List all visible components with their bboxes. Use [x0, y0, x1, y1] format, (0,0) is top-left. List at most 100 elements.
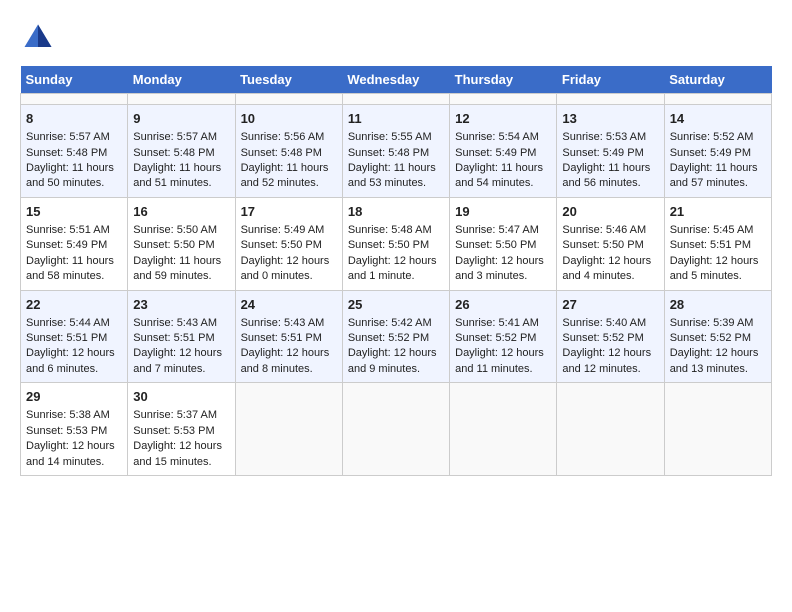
sunrise-text: Sunrise: 5:44 AM — [26, 316, 122, 331]
calendar-cell: 25Sunrise: 5:42 AMSunset: 5:52 PMDayligh… — [342, 290, 449, 383]
daylight-text: Daylight: 11 hours and 52 minutes. — [241, 161, 337, 192]
day-number: 24 — [241, 296, 337, 314]
calendar-table: SundayMondayTuesdayWednesdayThursdayFrid… — [20, 66, 772, 476]
daylight-text: Daylight: 12 hours and 14 minutes. — [26, 439, 122, 470]
sunrise-text: Sunrise: 5:50 AM — [133, 223, 229, 238]
calendar-week-row: 8Sunrise: 5:57 AMSunset: 5:48 PMDaylight… — [21, 105, 772, 198]
sunset-text: Sunset: 5:50 PM — [348, 238, 444, 253]
day-number: 17 — [241, 203, 337, 221]
daylight-text: Daylight: 12 hours and 0 minutes. — [241, 254, 337, 285]
calendar-cell: 8Sunrise: 5:57 AMSunset: 5:48 PMDaylight… — [21, 105, 128, 198]
daylight-text: Daylight: 11 hours and 58 minutes. — [26, 254, 122, 285]
daylight-text: Daylight: 12 hours and 13 minutes. — [670, 346, 766, 377]
day-of-week-header: Tuesday — [235, 66, 342, 94]
calendar-cell: 27Sunrise: 5:40 AMSunset: 5:52 PMDayligh… — [557, 290, 664, 383]
sunrise-text: Sunrise: 5:57 AM — [26, 130, 122, 145]
daylight-text: Daylight: 12 hours and 1 minute. — [348, 254, 444, 285]
day-number: 19 — [455, 203, 551, 221]
daylight-text: Daylight: 12 hours and 5 minutes. — [670, 254, 766, 285]
day-of-week-header: Saturday — [664, 66, 771, 94]
day-of-week-header: Friday — [557, 66, 664, 94]
sunset-text: Sunset: 5:52 PM — [562, 331, 658, 346]
day-of-week-header: Wednesday — [342, 66, 449, 94]
sunset-text: Sunset: 5:48 PM — [348, 146, 444, 161]
day-number: 29 — [26, 388, 122, 406]
calendar-cell: 29Sunrise: 5:38 AMSunset: 5:53 PMDayligh… — [21, 383, 128, 476]
calendar-cell — [342, 383, 449, 476]
sunset-text: Sunset: 5:51 PM — [241, 331, 337, 346]
calendar-cell: 30 Sunrise: 5:37 AMSunset: 5:53 PMDayligh… — [128, 383, 235, 476]
calendar-cell: 28Sunrise: 5:39 AMSunset: 5:52 PMDayligh… — [664, 290, 771, 383]
daylight-text: Daylight: 11 hours and 59 minutes. — [133, 254, 229, 285]
calendar-cell — [664, 383, 771, 476]
sunrise-text: Sunrise: 5:56 AM — [241, 130, 337, 145]
daylight-text: Daylight: 12 hours and 7 minutes. — [133, 346, 229, 377]
calendar-cell — [235, 383, 342, 476]
calendar-week-row: 22Sunrise: 5:44 AMSunset: 5:51 PMDayligh… — [21, 290, 772, 383]
sunrise-text: Sunrise: 5:48 AM — [348, 223, 444, 238]
day-number: 11 — [348, 110, 444, 128]
sunrise-text: Sunrise: 5:38 AM — [26, 408, 122, 423]
sunset-text: Sunset: 5:53 PM — [133, 424, 229, 439]
daylight-text: Daylight: 11 hours and 54 minutes. — [455, 161, 551, 192]
calendar-cell: 18Sunrise: 5:48 AMSunset: 5:50 PMDayligh… — [342, 197, 449, 290]
calendar-week-row: 29Sunrise: 5:38 AMSunset: 5:53 PMDayligh… — [21, 383, 772, 476]
calendar-cell: 15Sunrise: 5:51 AMSunset: 5:49 PMDayligh… — [21, 197, 128, 290]
calendar-cell: 22 Sunrise: 5:44 AMSunset: 5:51 PMDayligh… — [21, 290, 128, 383]
daylight-text: Daylight: 12 hours and 4 minutes. — [562, 254, 658, 285]
calendar-cell: 21Sunrise: 5:45 AMSunset: 5:51 PMDayligh… — [664, 197, 771, 290]
calendar-cell — [342, 94, 449, 105]
sunrise-text: Sunrise: 5:45 AM — [670, 223, 766, 238]
daylight-text: Daylight: 12 hours and 15 minutes. — [133, 439, 229, 470]
calendar-week-row: 15Sunrise: 5:51 AMSunset: 5:49 PMDayligh… — [21, 197, 772, 290]
sunrise-text: Sunrise: 5:49 AM — [241, 223, 337, 238]
sunset-text: Sunset: 5:52 PM — [455, 331, 551, 346]
calendar-cell — [21, 94, 128, 105]
calendar-cell — [557, 94, 664, 105]
daylight-text: Daylight: 12 hours and 12 minutes. — [562, 346, 658, 377]
calendar-header: SundayMondayTuesdayWednesdayThursdayFrid… — [21, 66, 772, 94]
sunset-text: Sunset: 5:50 PM — [241, 238, 337, 253]
day-number: 22 — [26, 296, 122, 314]
sunset-text: Sunset: 5:50 PM — [133, 238, 229, 253]
daylight-text: Daylight: 12 hours and 11 minutes. — [455, 346, 551, 377]
calendar-cell: 12Sunrise: 5:54 AMSunset: 5:49 PMDayligh… — [450, 105, 557, 198]
calendar-cell: 13 Sunrise: 5:53 AMSunset: 5:49 PMDayligh… — [557, 105, 664, 198]
daylight-text: Daylight: 12 hours and 6 minutes. — [26, 346, 122, 377]
day-number: 23 — [133, 296, 229, 314]
sunrise-text: Sunrise: 5:40 AM — [562, 316, 658, 331]
sunset-text: Sunset: 5:48 PM — [133, 146, 229, 161]
daylight-text: Daylight: 11 hours and 51 minutes. — [133, 161, 229, 192]
day-number: 13 — [562, 110, 658, 128]
calendar-cell: 16Sunrise: 5:50 AMSunset: 5:50 PMDayligh… — [128, 197, 235, 290]
sunrise-text: Sunrise: 5:43 AM — [241, 316, 337, 331]
logo-icon — [20, 20, 56, 56]
sunset-text: Sunset: 5:49 PM — [562, 146, 658, 161]
daylight-text: Daylight: 11 hours and 50 minutes. — [26, 161, 122, 192]
calendar-cell: 26Sunrise: 5:41 AMSunset: 5:52 PMDayligh… — [450, 290, 557, 383]
calendar-cell — [450, 94, 557, 105]
calendar-week-row — [21, 94, 772, 105]
calendar-cell — [557, 383, 664, 476]
daylight-text: Daylight: 11 hours and 57 minutes. — [670, 161, 766, 192]
calendar-cell: 19Sunrise: 5:47 AMSunset: 5:50 PMDayligh… — [450, 197, 557, 290]
sunrise-text: Sunrise: 5:42 AM — [348, 316, 444, 331]
daylight-text: Daylight: 11 hours and 56 minutes. — [562, 161, 658, 192]
day-of-week-header: Monday — [128, 66, 235, 94]
sunrise-text: Sunrise: 5:53 AM — [562, 130, 658, 145]
sunset-text: Sunset: 5:52 PM — [670, 331, 766, 346]
sunrise-text: Sunrise: 5:57 AM — [133, 130, 229, 145]
page-header — [20, 20, 772, 56]
calendar-cell: 14Sunrise: 5:52 AMSunset: 5:49 PMDayligh… — [664, 105, 771, 198]
sunrise-text: Sunrise: 5:41 AM — [455, 316, 551, 331]
sunset-text: Sunset: 5:49 PM — [455, 146, 551, 161]
sunrise-text: Sunrise: 5:37 AM — [133, 408, 229, 423]
day-number: 30 — [133, 388, 229, 406]
calendar-cell: 17 Sunrise: 5:49 AMSunset: 5:50 PMDayligh… — [235, 197, 342, 290]
calendar-cell — [450, 383, 557, 476]
day-of-week-header: Thursday — [450, 66, 557, 94]
sunrise-text: Sunrise: 5:52 AM — [670, 130, 766, 145]
sunset-text: Sunset: 5:49 PM — [670, 146, 766, 161]
sunset-text: Sunset: 5:48 PM — [26, 146, 122, 161]
sunset-text: Sunset: 5:51 PM — [26, 331, 122, 346]
